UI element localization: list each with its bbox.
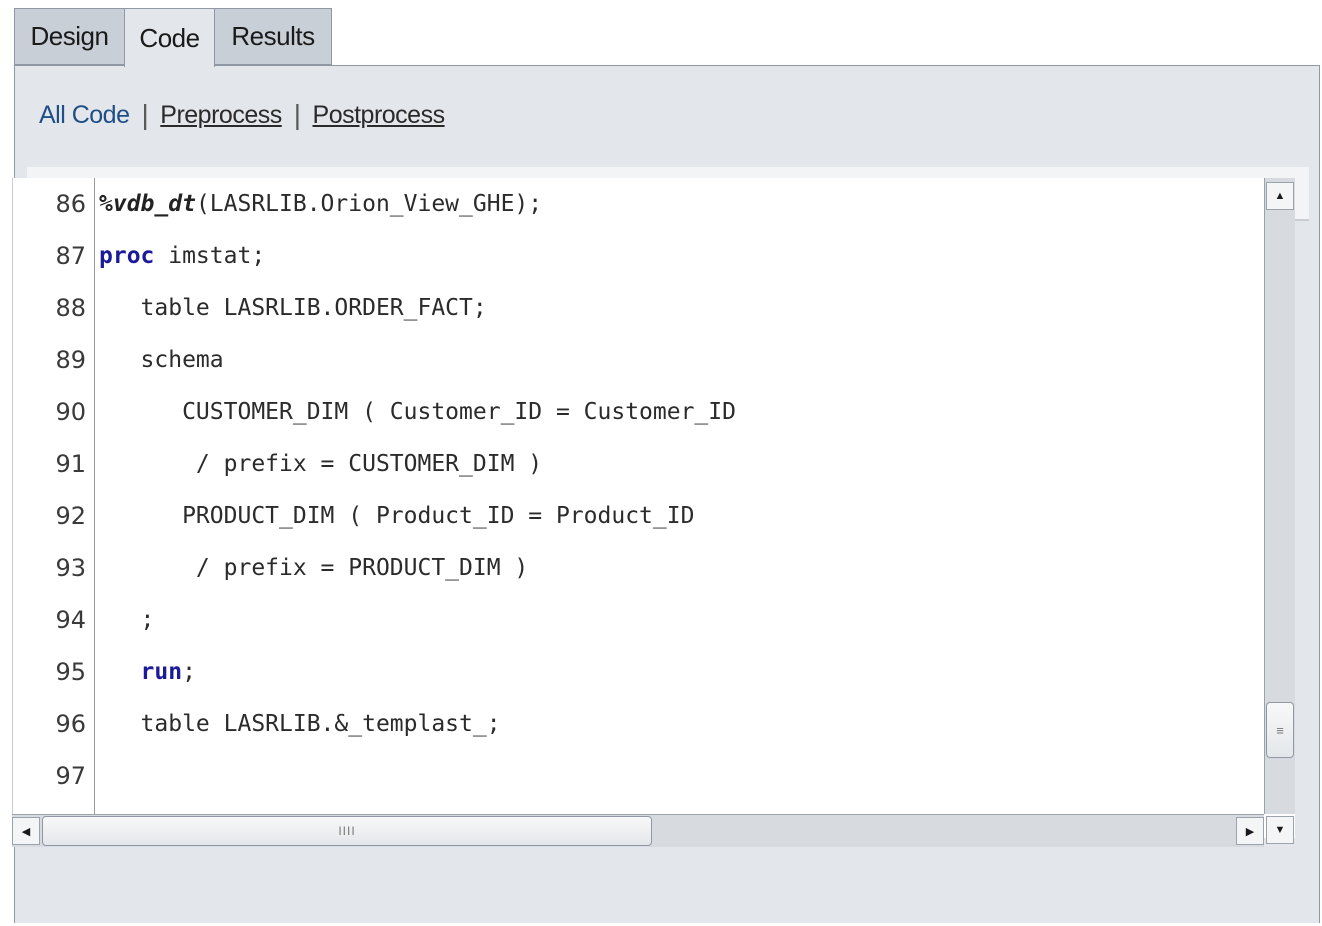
line-number: 87 [55,242,86,270]
code-line: 95 run; [13,646,1263,698]
keyword: proc [99,243,155,269]
code-text: CUSTOMER_DIM ( Customer_ID = Customer_ID [99,399,736,425]
code-text: proc imstat; [99,243,266,269]
code-text: PRODUCT_DIM ( Product_ID = Product_ID [99,503,695,529]
tab-results[interactable]: Results [214,8,332,65]
tab-strip: Design Code Results [14,8,1322,67]
code-text: table LASRLIB.&_templast_; [99,711,501,737]
code-line: 93 / prefix = PRODUCT_DIM ) [13,542,1263,594]
vertical-scrollbar[interactable]: ▲ ≡ [1264,178,1295,814]
line-number: 88 [55,294,86,322]
tab-code[interactable]: Code [124,8,215,67]
scroll-up-button[interactable]: ▲ [1266,182,1294,210]
scroll-down-button[interactable]: ▼ [1266,816,1294,844]
all-code-link[interactable]: All Code [39,101,130,130]
tab-design[interactable]: Design [14,8,125,65]
code-text: run; [140,659,196,685]
preprocess-link[interactable]: Preprocess [160,101,282,130]
vertical-scroll-thumb[interactable]: ≡ [1266,702,1294,758]
line-number: 97 [55,762,86,790]
subnav-separator: | [293,99,301,130]
code-line: 91 / prefix = CUSTOMER_DIM ) [13,438,1263,490]
line-number: 89 [55,346,86,374]
line-number: 94 [55,606,86,634]
code-text: table LASRLIB.ORDER_FACT; [99,295,487,321]
line-number: 90 [55,398,86,426]
code-text: / prefix = CUSTOMER_DIM ) [99,451,543,477]
line-number: 91 [55,450,86,478]
code-line: 87 proc imstat; [13,230,1263,282]
scroll-left-button[interactable]: ◀ [12,817,40,845]
code-text: %vdb_dt(LASRLIB.Orion_View_GHE); [99,191,543,217]
horizontal-scroll-thumb[interactable]: IIII [42,816,652,846]
code-editor[interactable]: 86 %vdb_dt(LASRLIB.Orion_View_GHE); 87 proc… [12,178,1295,838]
line-number: 86 [55,190,86,218]
code-line: 89 schema [13,334,1263,386]
postprocess-link[interactable]: Postprocess [313,101,446,130]
code-line: 88 table LASRLIB.ORDER_FACT; [13,282,1263,334]
code-line: 90 CUSTOMER_DIM ( Customer_ID = Customer… [13,386,1263,438]
line-number: 96 [55,710,86,738]
code-subnav: All Code | Preprocess | Postprocess [39,98,445,132]
code-line: 97 [13,750,1263,802]
code-text: / prefix = PRODUCT_DIM ) [99,555,529,581]
code-line: 92 PRODUCT_DIM ( Product_ID = Product_ID [13,490,1263,542]
code-line: 96 table LASRLIB.&_templast_; [13,698,1263,750]
macro-call: %vdb_dt [99,191,196,217]
subnav-separator: | [141,99,149,130]
code-text: schema [99,347,224,373]
code-line: 94 ; [13,594,1263,646]
line-number: 93 [55,554,86,582]
code-line: 86 %vdb_dt(LASRLIB.Orion_View_GHE); [13,178,1263,230]
scroll-right-button[interactable]: ▶ [1236,817,1264,845]
code-text: ; [99,607,155,633]
line-number: 92 [55,502,86,530]
horizontal-scrollbar[interactable]: ◀ IIII ▶ [12,814,1264,847]
keyword: run [140,659,183,685]
code-window: Design Code Results All Code | Preproces… [0,0,1322,926]
line-number: 95 [55,658,86,686]
